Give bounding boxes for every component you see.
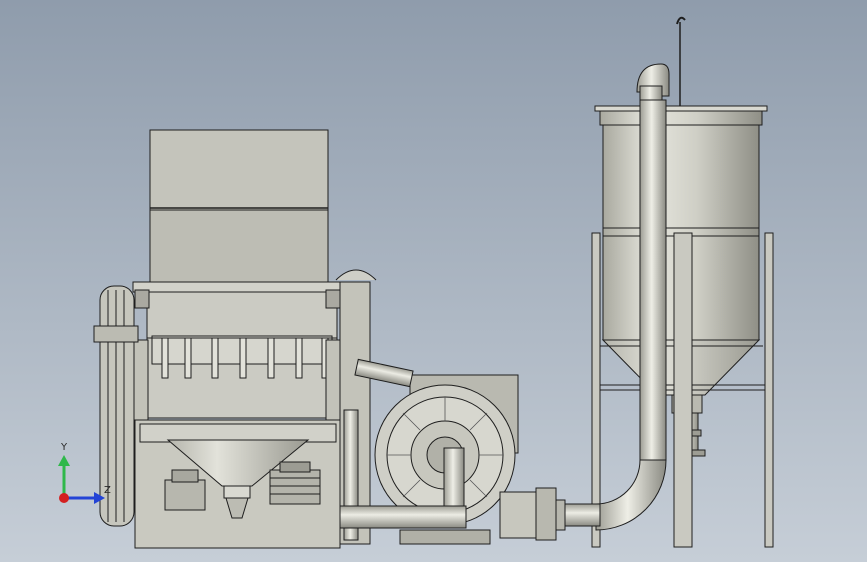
triad-y-label: Y (61, 442, 68, 453)
silo-rim (594, 105, 768, 112)
silo-leg-mid (673, 232, 693, 548)
feed-hopper-upper (149, 129, 329, 211)
silo-leg-left (591, 232, 601, 548)
blower (339, 358, 557, 545)
motor (269, 469, 321, 505)
feed-hopper-lower (149, 209, 329, 283)
crusher-system-model (58, 16, 774, 549)
crusher (93, 129, 377, 549)
suction-pipe (339, 505, 467, 529)
cad-viewport[interactable]: Y Z (0, 0, 867, 562)
silo-leg-right (764, 232, 774, 548)
silo (591, 16, 774, 548)
coordinate-triad (58, 455, 105, 504)
triad-z-label: Z (104, 485, 111, 496)
